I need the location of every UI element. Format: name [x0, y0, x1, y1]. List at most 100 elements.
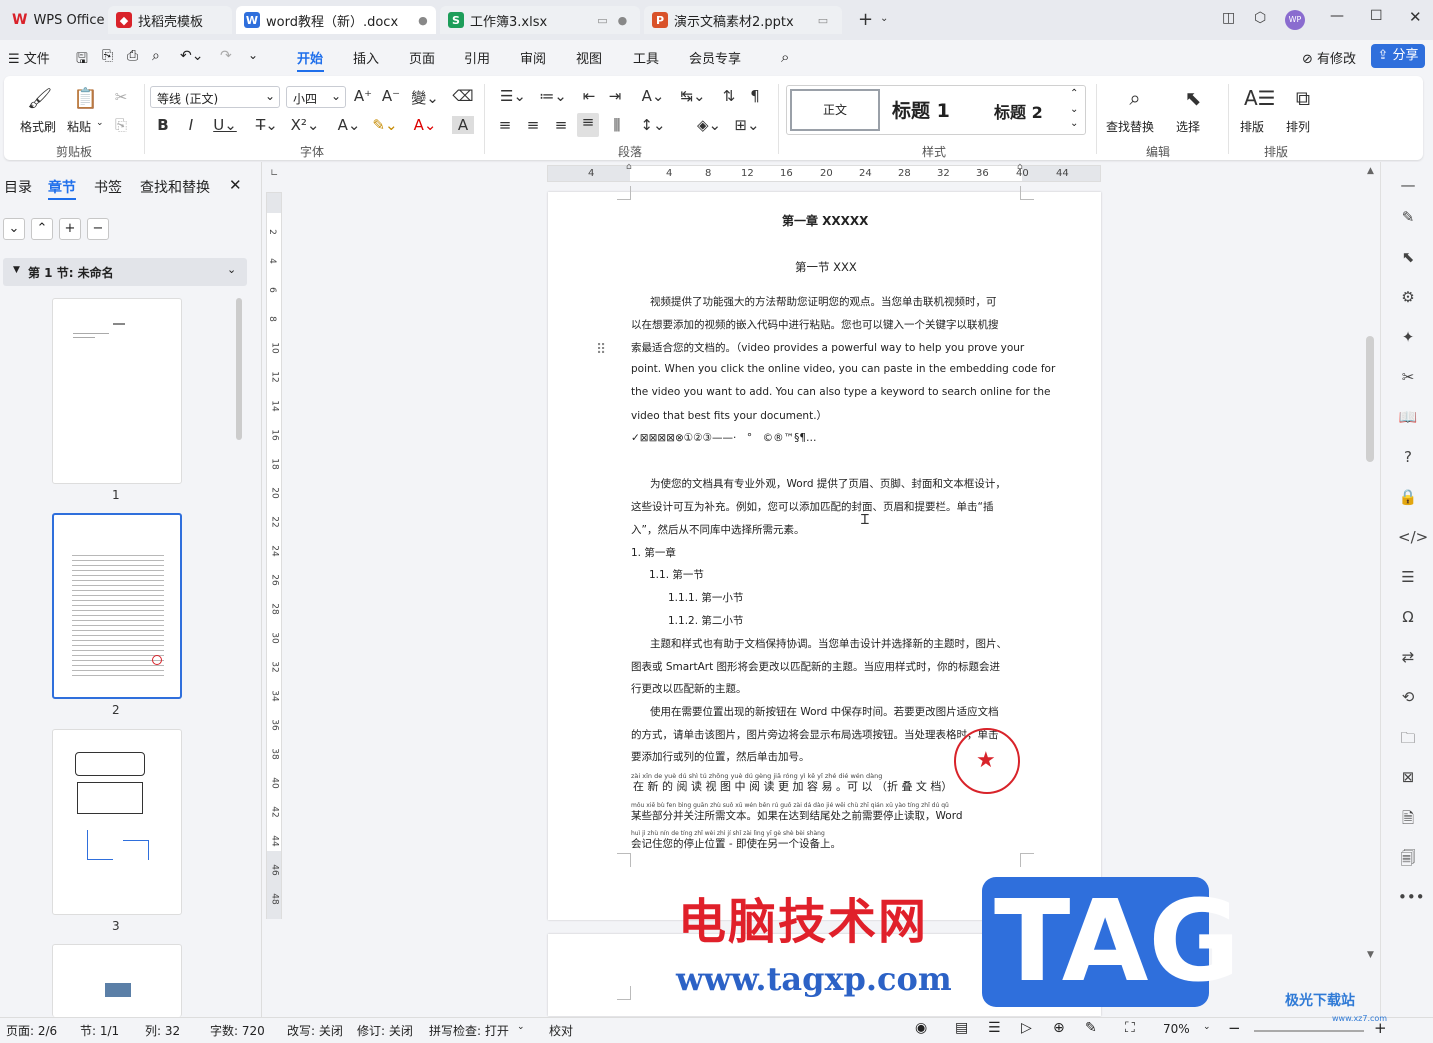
chevron-down-icon[interactable]: ⌄ — [1203, 1022, 1211, 1032]
line-spacing-icon[interactable]: ↕⌄ — [638, 116, 668, 134]
select-cursor-icon[interactable]: ⬉ — [1182, 86, 1204, 110]
chevron-down-icon[interactable]: ⌄ — [517, 1022, 525, 1032]
arrange-icon[interactable]: A☰ — [1244, 86, 1276, 110]
bold-icon[interactable]: B — [152, 116, 174, 134]
order-icon[interactable]: ⧉ — [1292, 86, 1314, 110]
find-replace-label[interactable]: 查找替换 — [1106, 118, 1154, 135]
underline-icon[interactable]: U⌄ — [210, 116, 240, 134]
menu-review[interactable]: 审阅 — [520, 48, 546, 67]
collapse-down-button[interactable]: ⌄ — [3, 218, 25, 240]
paste-icon[interactable]: 📋 — [73, 86, 98, 110]
italic-icon[interactable]: I — [180, 116, 202, 134]
scroll-up-icon[interactable]: ▲ — [1367, 166, 1374, 176]
file-menu[interactable]: ☰ 文件 — [8, 48, 50, 67]
char-shading-icon[interactable]: A — [452, 116, 474, 134]
drag-handle-icon[interactable]: ⠿ — [596, 342, 606, 358]
page-view-icon[interactable]: ▤ — [955, 1020, 968, 1036]
print-icon[interactable]: ⎙ — [127, 48, 138, 64]
menu-member[interactable]: 会员专享 — [689, 48, 741, 67]
text-effect-icon[interactable]: A⌄ — [334, 116, 364, 134]
clear-format-icon[interactable]: ⌫ — [452, 87, 474, 105]
tools-icon[interactable]: ✂ — [1398, 368, 1418, 386]
style-heading1[interactable]: 标题 1 — [892, 96, 950, 123]
cube-icon[interactable]: ⬡ — [1254, 10, 1266, 26]
menu-view[interactable]: 视图 — [576, 48, 602, 67]
distributed-icon[interactable]: ⫼ — [606, 116, 628, 134]
right-indent-marker-icon[interactable]: ⌂ — [1017, 162, 1023, 172]
layout-icon[interactable]: ◫ — [1222, 10, 1235, 26]
cut-icon[interactable]: ✂ — [110, 88, 132, 106]
section-header[interactable]: ▼ 第 1 节: 未命名 ⌄ — [3, 258, 247, 286]
text-direction-icon[interactable]: A⌄ — [638, 87, 668, 105]
more-icon[interactable]: ••• — [1398, 888, 1425, 906]
close-icon[interactable]: ✕ — [1409, 8, 1422, 26]
modified-indicator[interactable]: ⊘ 有修改 — [1302, 48, 1356, 67]
save-icon[interactable]: 🖫 — [76, 48, 88, 72]
paste-label[interactable]: 粘贴 — [67, 118, 91, 135]
doc-sign-icon[interactable]: 🗎 — [1398, 808, 1418, 833]
menu-tools[interactable]: 工具 — [633, 48, 659, 67]
share-button[interactable]: ⇪ 分享 — [1371, 44, 1425, 68]
help-icon[interactable]: ? — [1398, 448, 1418, 466]
tab-ppt[interactable]: P 演示文稿素材2.pptx ▭ — [644, 6, 842, 34]
shading-icon[interactable]: ◈⌄ — [694, 116, 724, 134]
nav-tab-sections[interactable]: 章节 — [48, 177, 76, 197]
status-page[interactable]: 页面: 2/6 — [6, 1022, 57, 1039]
undo-icon[interactable]: ↶⌄ — [180, 48, 203, 64]
ai-icon[interactable]: ✦ — [1398, 328, 1418, 346]
sort-icon[interactable]: ⇅ — [718, 87, 740, 105]
sliders-icon[interactable]: ⚙ — [1398, 288, 1418, 306]
list-icon[interactable]: ☰ — [1398, 568, 1418, 586]
collapse-icon[interactable]: — — [1398, 176, 1418, 194]
style-scroll-down-icon[interactable]: ⌄ — [1070, 104, 1078, 115]
nav-tab-toc[interactable]: 目录 — [4, 177, 32, 197]
shrink-font-icon[interactable]: A⁻ — [380, 87, 402, 105]
zoom-slider[interactable] — [1254, 1030, 1364, 1032]
preview-icon[interactable]: ⌕ — [152, 48, 160, 64]
doc-check-icon[interactable]: 🗐 — [1398, 848, 1418, 873]
format-painter-icon[interactable]: 🖌 — [27, 86, 52, 110]
style-scroll-up-icon[interactable]: ⌃ — [1070, 88, 1078, 99]
more-chevron-icon[interactable]: ⌄ — [248, 48, 258, 62]
pointer-icon[interactable]: ⬉ — [1398, 248, 1418, 266]
superscript-icon[interactable]: X²⌄ — [290, 116, 320, 134]
arrange-label[interactable]: 排版 — [1240, 118, 1264, 135]
close-icon[interactable]: ✕ — [229, 176, 242, 194]
omega-icon[interactable]: Ω — [1398, 608, 1418, 626]
unsaved-dot-icon[interactable]: ● — [418, 14, 428, 27]
align-left-icon[interactable]: ≡ — [494, 116, 516, 134]
history-icon[interactable]: ⟲ — [1398, 688, 1418, 706]
find-replace-icon[interactable]: ⌕ — [1124, 86, 1146, 110]
status-track-changes[interactable]: 修订: 关闭 — [357, 1022, 413, 1039]
redo-icon[interactable]: ↷ — [220, 48, 232, 64]
font-name-select[interactable]: 等线 (正文) ⌄ — [150, 86, 280, 108]
grow-font-icon[interactable]: A⁺ — [352, 87, 374, 105]
highlight-icon[interactable]: ✎⌄ — [370, 116, 400, 134]
menu-reference[interactable]: 引用 — [464, 48, 490, 67]
phonetic-guide-icon[interactable]: 變⌄ — [410, 87, 440, 108]
tab-excel[interactable]: S 工作簿3.xlsx ▭ ● — [440, 6, 640, 34]
fit-page-icon[interactable]: ⛶ — [1125, 1020, 1135, 1036]
page-thumbnail-2[interactable] — [52, 513, 182, 699]
status-spell-check[interactable]: 拼写检查: 打开 — [429, 1022, 509, 1039]
menu-page[interactable]: 页面 — [409, 48, 435, 67]
picture-icon[interactable]: ⊠ — [1398, 768, 1418, 786]
scrollbar[interactable] — [1366, 336, 1374, 462]
eye-icon[interactable]: ◉ — [915, 1020, 927, 1036]
style-heading2[interactable]: 标题 2 — [994, 99, 1043, 123]
edit-pen-icon[interactable]: ✎ — [1085, 1020, 1097, 1036]
lock-icon[interactable]: 🔒 — [1398, 488, 1418, 506]
align-center-icon[interactable]: ≡ — [522, 116, 544, 134]
document-page[interactable]: 第一章 XXXXX 第一节 XXX ⠿ 视频提供了功能强大的方法帮助您证明您的观… — [548, 186, 1101, 920]
unsaved-dot-icon[interactable]: ● — [618, 14, 628, 27]
show-marks-icon[interactable]: ¶ — [744, 87, 766, 105]
nav-tab-find-replace[interactable]: 查找和替换 — [140, 177, 210, 197]
code-icon[interactable]: </> — [1398, 528, 1428, 546]
page-thumbnail-4[interactable] — [52, 944, 182, 1017]
pen-icon[interactable]: ✎ — [1398, 208, 1418, 226]
zoom-out-icon[interactable]: − — [1228, 1019, 1241, 1037]
status-word-count[interactable]: 字数: 720 — [210, 1022, 265, 1039]
indent-marker-icon[interactable]: ⌂ — [626, 162, 632, 172]
book-icon[interactable]: 📖 — [1398, 408, 1418, 426]
search-icon[interactable]: ⌕ — [781, 48, 789, 66]
